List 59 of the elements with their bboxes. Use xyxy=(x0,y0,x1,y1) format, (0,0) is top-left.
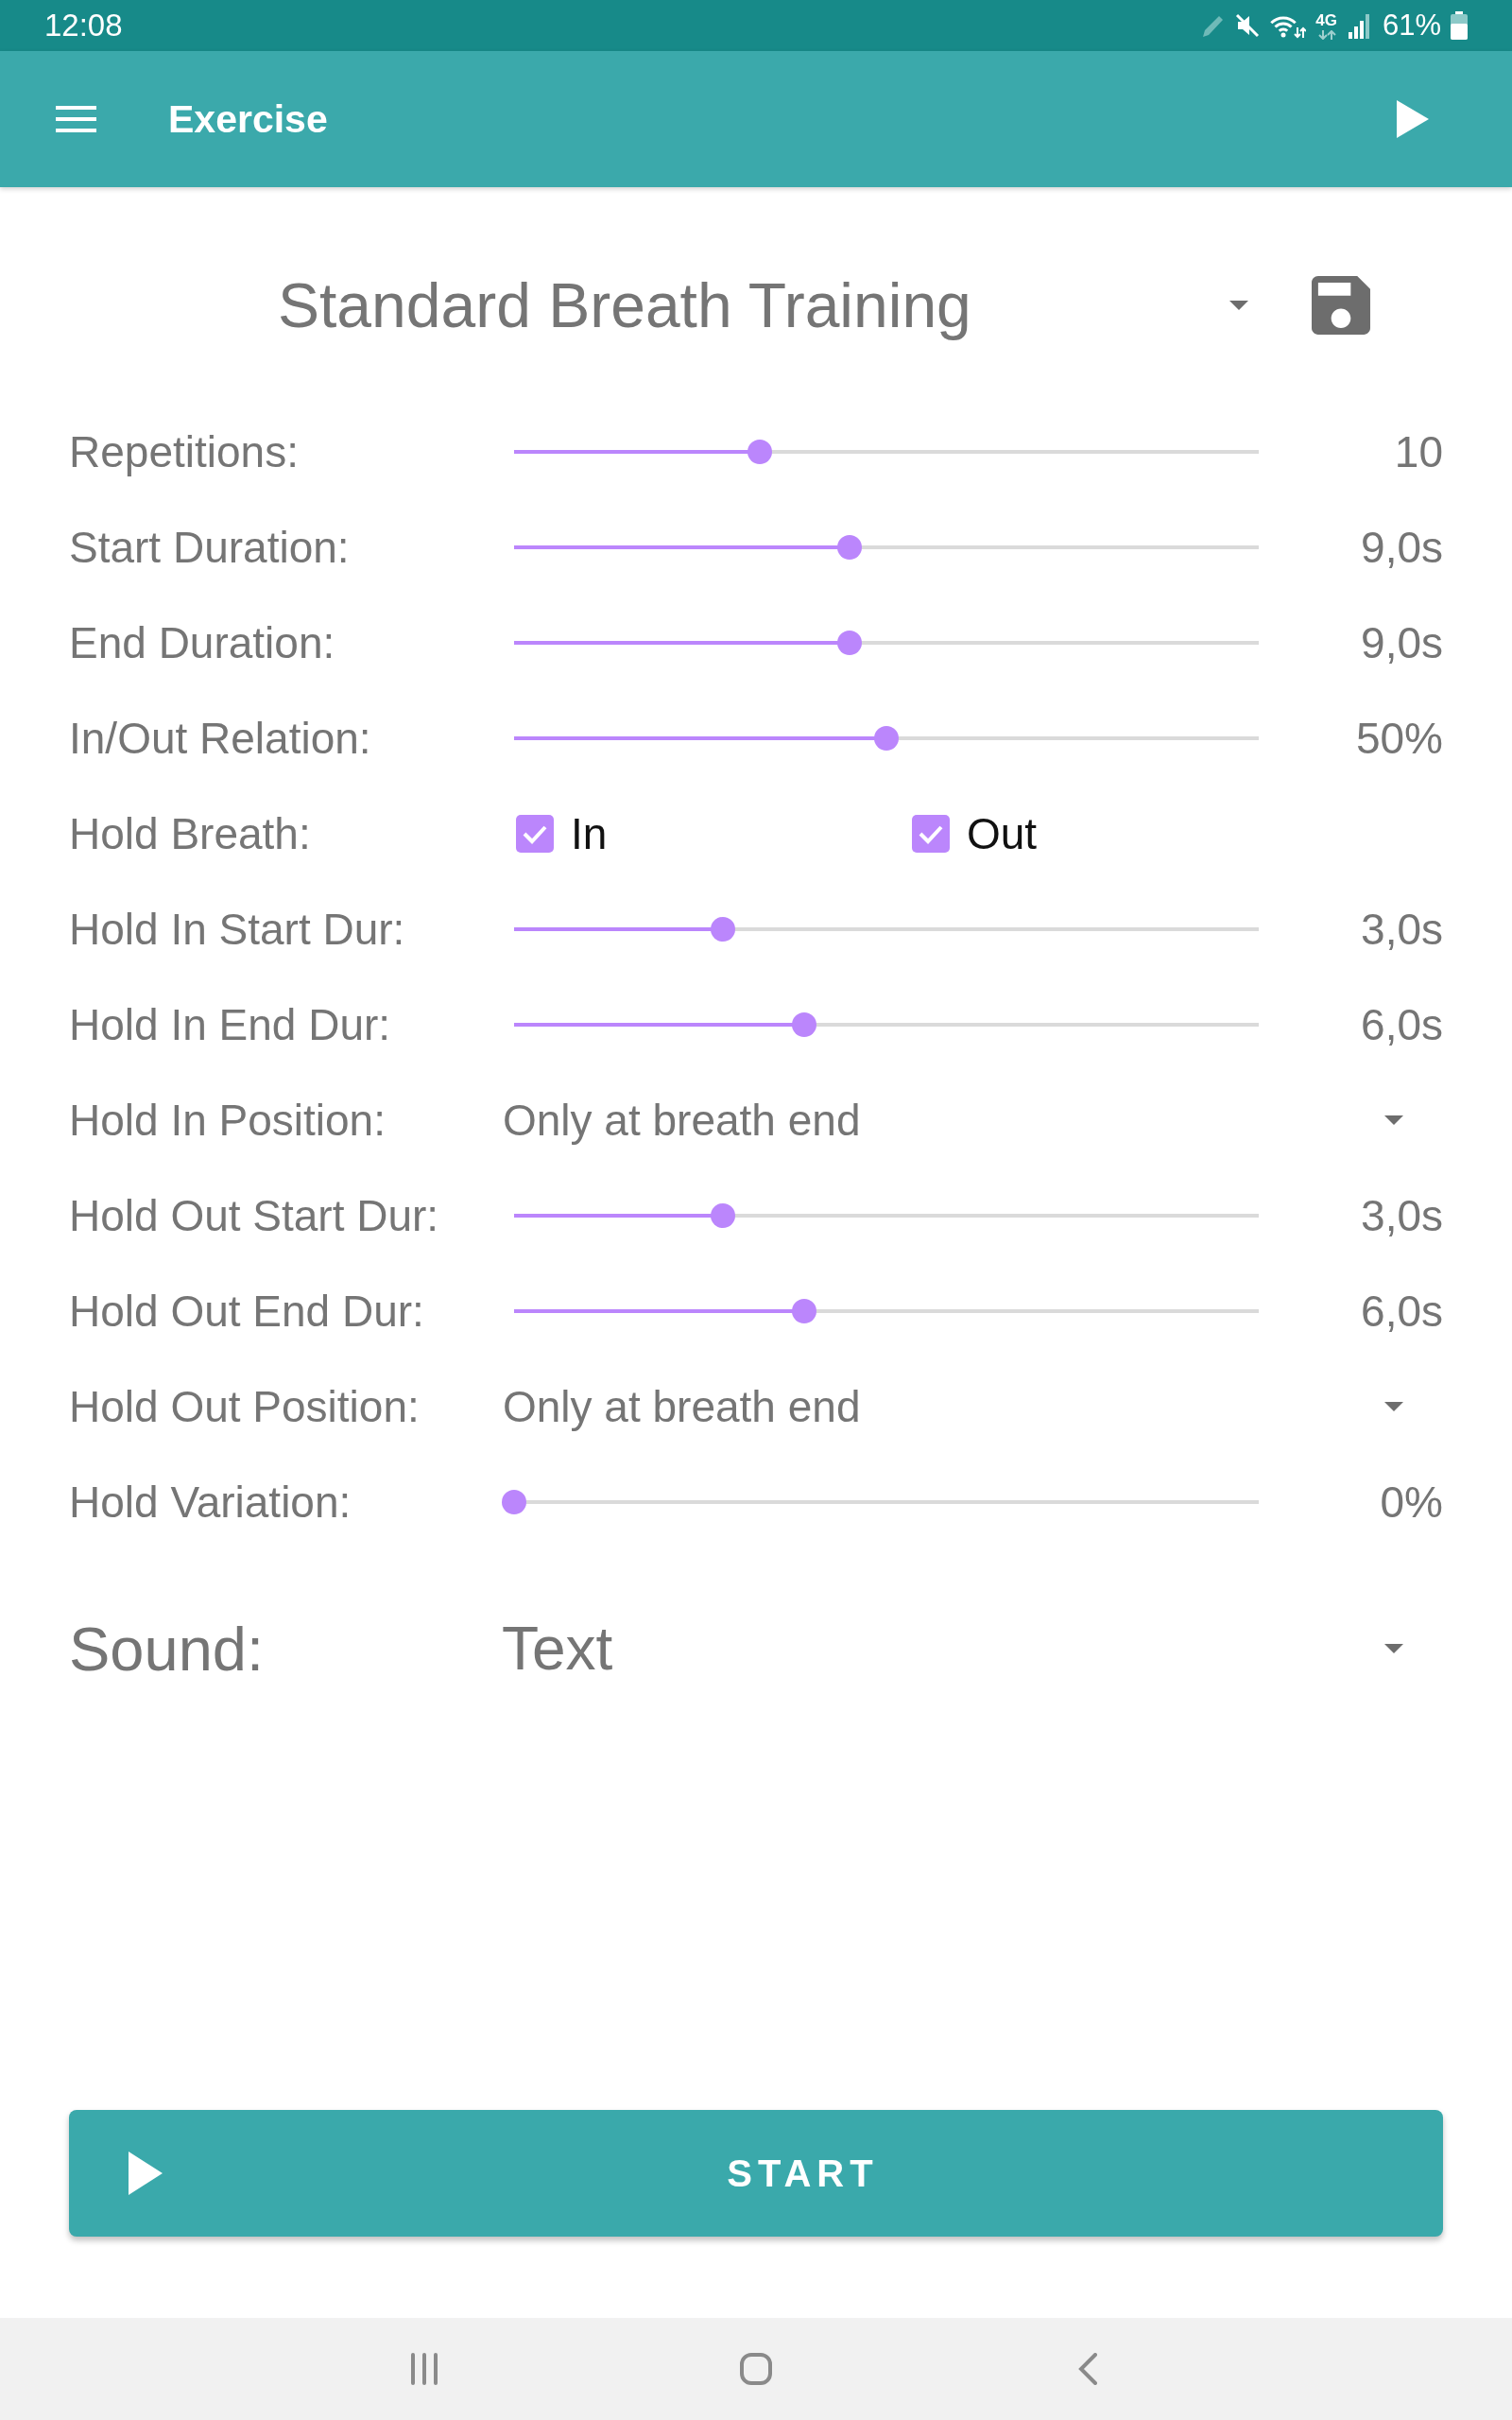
setting-label: Hold Breath: xyxy=(69,807,311,859)
battery-icon xyxy=(1451,11,1468,40)
checkbox[interactable] xyxy=(912,814,950,853)
slider-thumb[interactable] xyxy=(502,1489,526,1514)
checkbox-label[interactable]: Out xyxy=(967,807,1038,859)
setting-value: 50% xyxy=(1355,712,1443,764)
profile-dropdown[interactable]: Standard Breath Training xyxy=(278,269,1248,341)
signal-icon xyxy=(1346,12,1371,39)
home-icon[interactable] xyxy=(740,2353,772,2385)
play-icon[interactable] xyxy=(1397,100,1429,138)
recent-apps-icon[interactable] xyxy=(409,2353,439,2385)
caret-icon xyxy=(1384,1401,1403,1411)
setting-label: Hold Out End Dur: xyxy=(69,1285,424,1337)
app-title: Exercise xyxy=(168,96,328,142)
setting-label: In/Out Relation: xyxy=(69,712,371,764)
slider-thumb[interactable] xyxy=(874,725,899,751)
setting-value: 0% xyxy=(1380,1476,1443,1528)
slider-thumb[interactable] xyxy=(710,916,735,942)
slider-thumb[interactable] xyxy=(836,534,862,560)
back-icon[interactable] xyxy=(1078,2353,1097,2385)
setting-value: 3,0s xyxy=(1361,1189,1443,1241)
checkbox[interactable] xyxy=(516,814,554,853)
save-icon[interactable] xyxy=(1312,276,1370,335)
setting-value: 9,0s xyxy=(1361,521,1443,573)
slider-thumb[interactable] xyxy=(710,1202,735,1228)
play-icon xyxy=(129,2152,163,2195)
setting-label: Hold In Position: xyxy=(69,1094,386,1146)
setting-value: 9,0s xyxy=(1361,616,1443,668)
slider-thumb[interactable] xyxy=(836,630,862,655)
battery-percentage: 61% xyxy=(1382,9,1441,43)
setting-label: Hold In Start Dur: xyxy=(69,903,405,955)
data-arrows-icon xyxy=(1316,29,1336,40)
dropdown[interactable]: Only at breath end xyxy=(502,1373,1443,1440)
setting-label: Start Duration: xyxy=(69,521,350,573)
status-time: 12:08 xyxy=(44,8,123,43)
sound-dropdown[interactable]: Text xyxy=(502,1601,1443,1696)
caret-icon xyxy=(1384,1115,1403,1125)
setting-value: 10 xyxy=(1394,425,1443,477)
setting-label: Repetitions: xyxy=(69,425,299,477)
slider-thumb[interactable] xyxy=(747,439,773,464)
setting-label: Hold Out Start Dur: xyxy=(69,1189,439,1241)
setting-label: End Duration: xyxy=(69,616,335,668)
sound-label: Sound: xyxy=(69,1613,264,1685)
slider-thumb[interactable] xyxy=(792,1011,817,1037)
network-type-label: 4G xyxy=(1315,11,1337,28)
caret-icon xyxy=(1229,301,1248,310)
checkbox-label[interactable]: In xyxy=(571,807,608,859)
start-button[interactable]: START xyxy=(69,2110,1443,2237)
dropdown[interactable]: Only at breath end xyxy=(502,1086,1443,1153)
setting-label: Hold In End Dur: xyxy=(69,998,391,1050)
menu-icon[interactable] xyxy=(56,106,96,132)
caret-icon xyxy=(1384,1644,1403,1653)
setting-value: 6,0s xyxy=(1361,998,1443,1050)
setting-label: Hold Variation: xyxy=(69,1476,352,1528)
slider-thumb[interactable] xyxy=(792,1298,817,1323)
setting-value: 6,0s xyxy=(1361,1285,1443,1337)
mute-icon xyxy=(1235,13,1261,38)
setting-value: 3,0s xyxy=(1361,903,1443,955)
setting-label: Hold Out Position: xyxy=(69,1380,420,1432)
